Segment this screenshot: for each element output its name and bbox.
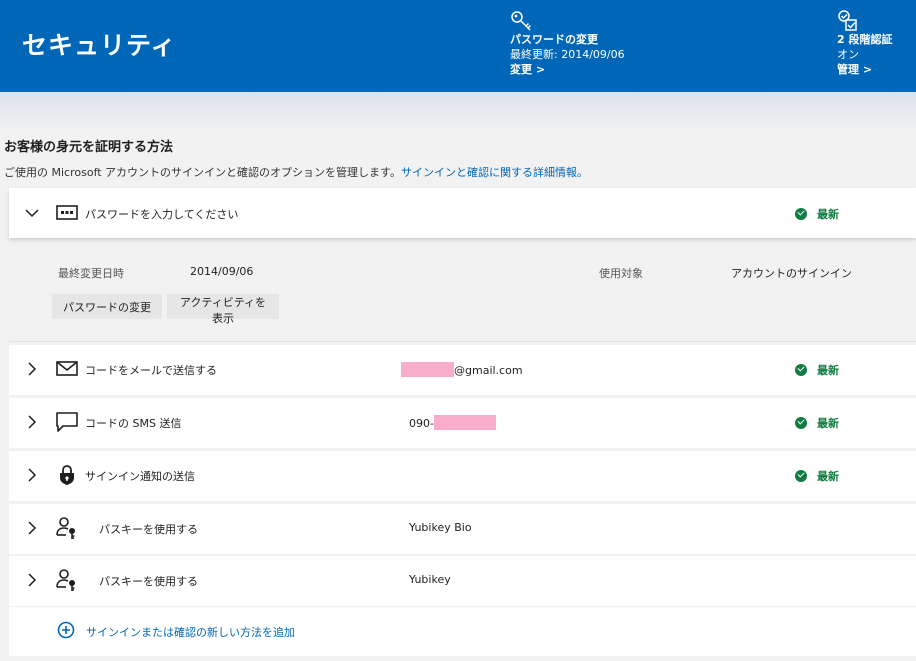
- section-description: ご使用の Microsoft アカウントのサインインと確認のオプションを管理しま…: [4, 164, 588, 180]
- key-icon: [511, 11, 532, 31]
- password-dots-icon: [56, 205, 78, 220]
- check-circle-icon: [795, 208, 807, 220]
- chevron-down-icon[interactable]: [25, 206, 39, 220]
- page-title: セキュリティ: [22, 31, 177, 60]
- method-label: コードの SMS 送信: [85, 417, 182, 430]
- last-changed-label: 最終変更日時: [58, 267, 124, 280]
- password-change-link[interactable]: 変更 >: [510, 62, 625, 77]
- lock-shield-icon: [60, 465, 74, 485]
- method-value: 090-: [409, 415, 496, 430]
- checklist-icon: [838, 10, 857, 31]
- method-label: サインイン通知の送信: [85, 470, 195, 483]
- method-row-password[interactable]: パスワードを入力してください 最新: [9, 188, 916, 238]
- used-for-label: 使用対象: [599, 267, 643, 280]
- status-badge: 最新: [795, 415, 839, 431]
- plus-circle-icon: [57, 621, 75, 639]
- learn-more-link[interactable]: サインインと確認に関する詳細情報。: [401, 166, 588, 179]
- person-key-icon: [56, 517, 75, 539]
- method-row-notification[interactable]: サインイン通知の送信 最新: [9, 451, 916, 501]
- method-row-email[interactable]: コードをメールで送信する @gmail.com 最新: [9, 345, 916, 395]
- chat-bubble-icon: [56, 412, 78, 432]
- check-circle-icon: [795, 364, 807, 376]
- header-shade: [0, 92, 916, 132]
- method-label: パスキーを使用する: [99, 575, 198, 588]
- chevron-right-icon[interactable]: [25, 573, 39, 587]
- method-value: Yubikey: [409, 573, 451, 586]
- password-change-title: パスワードの変更: [510, 33, 598, 46]
- two-step-state: オン: [837, 48, 859, 61]
- view-activity-button[interactable]: アクティビティを表示: [167, 294, 279, 325]
- method-row-passkey[interactable]: パスキーを使用する Yubikey Bio: [9, 504, 916, 554]
- method-value: Yubikey Bio: [409, 521, 472, 534]
- method-label: コードをメールで送信する: [85, 364, 217, 377]
- add-method-label: サインインまたは確認の新しい方法を追加: [86, 626, 295, 639]
- email-domain: @gmail.com: [454, 364, 523, 377]
- person-key-icon: [56, 569, 75, 591]
- last-changed-value: 2014/09/06: [190, 265, 254, 278]
- method-value: @gmail.com: [401, 362, 523, 377]
- chevron-right-icon[interactable]: [25, 415, 39, 429]
- chevron-right-icon[interactable]: [25, 362, 39, 376]
- used-for-value: アカウントのサインイン: [731, 267, 852, 280]
- status-badge: 最新: [795, 468, 839, 484]
- page-header: セキュリティ パスワードの変更 最終更新: 2014/09/06 変更 > 2 …: [0, 0, 916, 92]
- two-step-manage-link[interactable]: 管理 >: [837, 62, 892, 77]
- two-step-title: 2 段階認証: [837, 33, 893, 46]
- chevron-right-icon[interactable]: [25, 521, 39, 535]
- password-last-updated: 最終更新: 2014/09/06: [510, 48, 625, 61]
- status-badge: 最新: [795, 206, 839, 222]
- change-password-button[interactable]: パスワードの変更: [52, 294, 162, 319]
- method-row-passkey[interactable]: パスキーを使用する Yubikey: [9, 556, 916, 606]
- phone-prefix: 090-: [409, 417, 434, 430]
- status-text: 最新: [817, 417, 839, 430]
- method-label: パスワードを入力してください: [85, 208, 239, 221]
- section-title: お客様の身元を証明する方法: [4, 140, 174, 155]
- redacted-block: [401, 362, 454, 377]
- method-label: パスキーを使用する: [99, 523, 198, 536]
- method-row-sms[interactable]: コードの SMS 送信 090- 最新: [9, 398, 916, 448]
- status-badge: 最新: [795, 362, 839, 378]
- status-text: 最新: [817, 208, 839, 221]
- check-circle-icon: [795, 417, 807, 429]
- status-text: 最新: [817, 364, 839, 377]
- check-circle-icon: [795, 470, 807, 482]
- status-text: 最新: [817, 470, 839, 483]
- redacted-block: [433, 415, 496, 430]
- add-method-button[interactable]: サインインまたは確認の新しい方法を追加: [9, 607, 916, 656]
- mail-icon: [56, 361, 78, 376]
- two-step-summary: 2 段階認証 オン 管理 >: [837, 10, 892, 77]
- section-description-text: ご使用の Microsoft アカウントのサインインと確認のオプションを管理しま…: [4, 166, 401, 179]
- chevron-right-icon[interactable]: [25, 468, 39, 482]
- password-details-panel: 最終変更日時 2014/09/06 使用対象 アカウントのサインイン パスワード…: [9, 238, 916, 342]
- password-change-summary: パスワードの変更 最終更新: 2014/09/06 変更 >: [510, 10, 625, 77]
